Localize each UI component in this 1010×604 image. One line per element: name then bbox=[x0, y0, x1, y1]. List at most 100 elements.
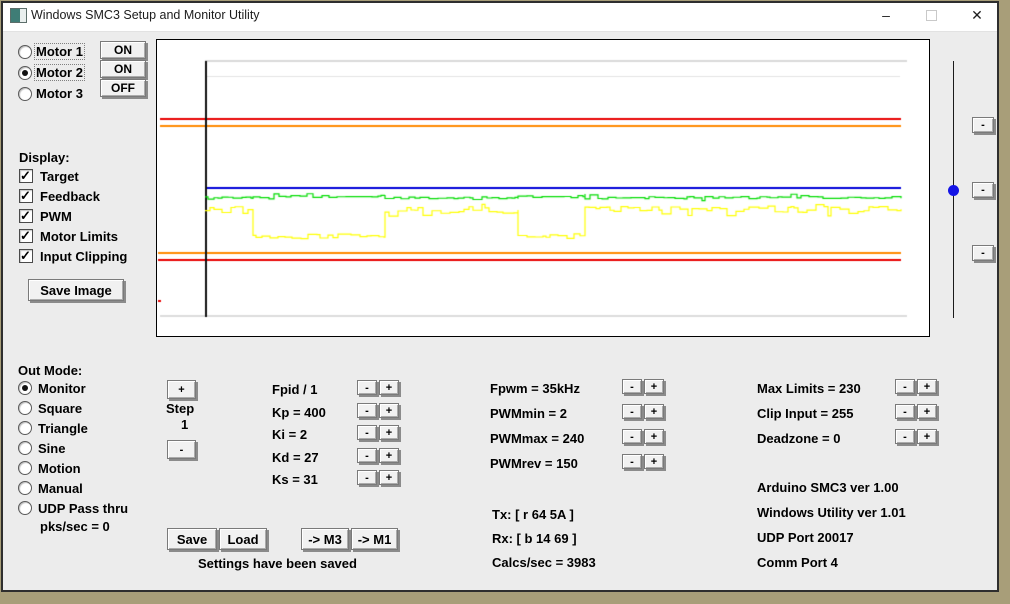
monitor-radio[interactable] bbox=[18, 381, 32, 395]
lower-limit-nudge-button[interactable]: - bbox=[972, 245, 994, 261]
kd-plus-button[interactable]: + bbox=[379, 448, 399, 463]
status-message: Settings have been saved bbox=[198, 556, 357, 571]
display-heading: Display: bbox=[19, 150, 70, 165]
ks-plus-button[interactable]: + bbox=[379, 470, 399, 485]
max-limits-minus-button[interactable]: - bbox=[895, 379, 915, 394]
maximize-button[interactable] bbox=[914, 3, 948, 27]
ks-value: Ks = 31 bbox=[272, 472, 318, 487]
motor-2-power-button[interactable]: ON bbox=[100, 60, 146, 78]
fpid-plus-button[interactable]: + bbox=[379, 380, 399, 395]
fpid-minus-button[interactable]: - bbox=[357, 380, 377, 395]
upper-limit-nudge-button[interactable]: - bbox=[972, 117, 994, 133]
deadzone-value: Deadzone = 0 bbox=[757, 431, 841, 446]
close-button[interactable]: ✕ bbox=[960, 3, 994, 27]
step-minus-button[interactable]: - bbox=[167, 440, 196, 459]
copy-to-m3-button[interactable]: -> M3 bbox=[301, 528, 349, 550]
motor-2-label[interactable]: Motor 2 bbox=[34, 64, 85, 81]
kd-minus-button[interactable]: - bbox=[357, 448, 377, 463]
calcs-per-sec: Calcs/sec = 3983 bbox=[492, 555, 596, 570]
udp-pass-thru-radio[interactable] bbox=[18, 501, 32, 515]
tx-value: Tx: [ r 64 5A ] bbox=[492, 507, 574, 522]
pks-per-sec-value: pks/sec = 0 bbox=[40, 519, 110, 534]
motor-limits-label[interactable]: Motor Limits bbox=[40, 230, 118, 243]
deadzone-plus-button[interactable]: + bbox=[917, 429, 937, 444]
feedback-label[interactable]: Feedback bbox=[40, 190, 100, 203]
scope-chart bbox=[156, 39, 930, 337]
pwmmax-plus-button[interactable]: + bbox=[644, 429, 664, 444]
fpwm-minus-button[interactable]: - bbox=[622, 379, 642, 394]
save-button[interactable]: Save bbox=[167, 528, 217, 550]
monitor-label[interactable]: Monitor bbox=[38, 382, 86, 395]
clip-input-minus-button[interactable]: - bbox=[895, 404, 915, 419]
pwm-label[interactable]: PWM bbox=[40, 210, 72, 223]
pwmrev-value: PWMrev = 150 bbox=[490, 456, 578, 471]
motor-1-label[interactable]: Motor 1 bbox=[34, 43, 85, 60]
motor-limits-checkbox[interactable] bbox=[19, 228, 33, 244]
input-clipping-checkbox[interactable] bbox=[19, 248, 33, 264]
motion-label[interactable]: Motion bbox=[38, 462, 81, 475]
pwmmax-value: PWMmax = 240 bbox=[490, 431, 585, 446]
comm-port: Comm Port 4 bbox=[757, 555, 838, 570]
fpwm-value: Fpwm = 35kHz bbox=[490, 381, 580, 396]
pwm-checkbox[interactable] bbox=[19, 208, 33, 224]
screen: { "window": { "title": "Windows SMC3 Set… bbox=[0, 0, 1010, 604]
utility-version: Windows Utility ver 1.01 bbox=[757, 505, 906, 520]
target-checkbox[interactable] bbox=[19, 168, 33, 184]
motor-1-power-button[interactable]: ON bbox=[100, 41, 146, 59]
maximize-icon bbox=[925, 9, 937, 21]
ki-value: Ki = 2 bbox=[272, 427, 308, 442]
triangle-radio[interactable] bbox=[18, 421, 32, 435]
deadzone-minus-button[interactable]: - bbox=[895, 429, 915, 444]
kd-value: Kd = 27 bbox=[272, 450, 319, 465]
pwmmin-value: PWMmin = 2 bbox=[490, 406, 567, 421]
fpwm-plus-button[interactable]: + bbox=[644, 379, 664, 394]
target-label[interactable]: Target bbox=[40, 170, 79, 183]
pwmmin-minus-button[interactable]: - bbox=[622, 404, 642, 419]
pwmrev-plus-button[interactable]: + bbox=[644, 454, 664, 469]
rx-value: Rx: [ b 14 69 ] bbox=[492, 531, 577, 546]
max-limits-value: Max Limits = 230 bbox=[757, 381, 861, 396]
window-title: Windows SMC3 Setup and Monitor Utility bbox=[31, 8, 260, 22]
manual-radio[interactable] bbox=[18, 481, 32, 495]
kp-value: Kp = 400 bbox=[272, 405, 326, 420]
feedback-checkbox[interactable] bbox=[19, 188, 33, 204]
pwmmin-plus-button[interactable]: + bbox=[644, 404, 664, 419]
udp-pass-thru-label[interactable]: UDP Pass thru bbox=[38, 502, 128, 515]
square-label[interactable]: Square bbox=[38, 402, 82, 415]
motor-3-power-button[interactable]: OFF bbox=[100, 79, 146, 97]
motor-1-radio[interactable] bbox=[18, 45, 32, 59]
arduino-version: Arduino SMC3 ver 1.00 bbox=[757, 480, 899, 495]
motor-3-label[interactable]: Motor 3 bbox=[36, 87, 83, 100]
center-nudge-button[interactable]: - bbox=[972, 182, 994, 198]
out-mode-heading: Out Mode: bbox=[18, 363, 83, 378]
app-icon bbox=[10, 8, 27, 23]
step-plus-button[interactable]: + bbox=[167, 380, 196, 399]
max-limits-plus-button[interactable]: + bbox=[917, 379, 937, 394]
motor-3-radio[interactable] bbox=[18, 87, 32, 101]
save-image-button[interactable]: Save Image bbox=[28, 279, 124, 301]
target-slider-handle[interactable] bbox=[948, 185, 959, 196]
sine-radio[interactable] bbox=[18, 441, 32, 455]
triangle-label[interactable]: Triangle bbox=[38, 422, 88, 435]
sine-label[interactable]: Sine bbox=[38, 442, 65, 455]
scope-canvas bbox=[157, 40, 929, 336]
kp-plus-button[interactable]: + bbox=[379, 403, 399, 418]
ks-minus-button[interactable]: - bbox=[357, 470, 377, 485]
input-clipping-label[interactable]: Input Clipping bbox=[40, 250, 127, 263]
copy-to-m1-button[interactable]: -> M1 bbox=[351, 528, 398, 550]
ki-minus-button[interactable]: - bbox=[357, 425, 377, 440]
step-value: 1 bbox=[181, 417, 189, 432]
kp-minus-button[interactable]: - bbox=[357, 403, 377, 418]
minimize-button[interactable]: – bbox=[869, 3, 903, 27]
clip-input-plus-button[interactable]: + bbox=[917, 404, 937, 419]
manual-label[interactable]: Manual bbox=[38, 482, 83, 495]
pwmrev-minus-button[interactable]: - bbox=[622, 454, 642, 469]
motion-radio[interactable] bbox=[18, 461, 32, 475]
load-button[interactable]: Load bbox=[219, 528, 267, 550]
step-label: Step bbox=[166, 401, 195, 416]
square-radio[interactable] bbox=[18, 401, 32, 415]
ki-plus-button[interactable]: + bbox=[379, 425, 399, 440]
pwmmax-minus-button[interactable]: - bbox=[622, 429, 642, 444]
motor-2-radio[interactable] bbox=[18, 66, 32, 80]
fpid-value: Fpid / 1 bbox=[272, 382, 318, 397]
